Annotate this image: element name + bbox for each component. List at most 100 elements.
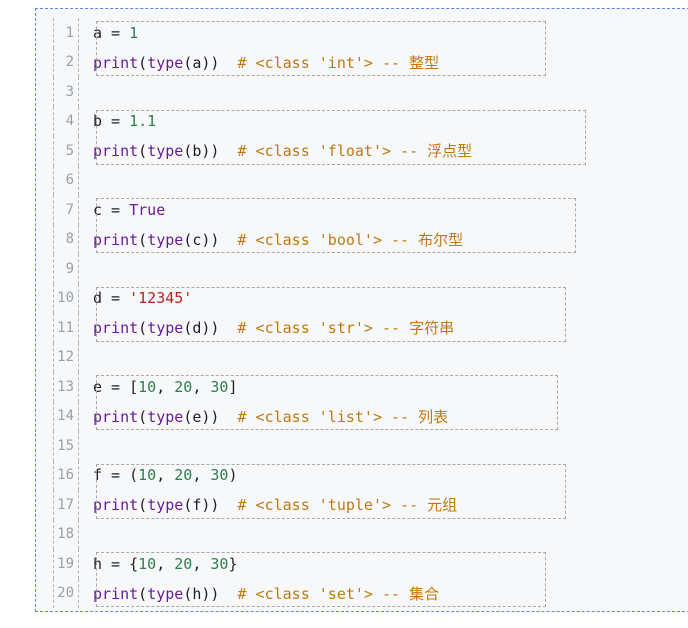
code-text: d = '12345' xyxy=(79,289,192,307)
code-token-cm: # <class 'str'> -- 字符串 xyxy=(237,319,455,338)
code-token-plain: , xyxy=(156,377,175,396)
code-token-plain: (h)) xyxy=(183,584,238,603)
line-number: 4 xyxy=(53,106,79,136)
code-token-kw: type xyxy=(147,584,184,603)
code-token-num: 30 xyxy=(210,466,229,485)
code-text: h = {10, 20, 30} xyxy=(79,555,238,573)
code-token-num: 10 xyxy=(138,377,157,396)
code-token-plain: (b)) xyxy=(183,142,238,161)
line-number: 20 xyxy=(53,578,79,608)
code-text: print(type(h)) # <class 'set'> -- 集合 xyxy=(79,583,439,604)
code-token-num: 1 xyxy=(129,23,139,42)
line-number: 10 xyxy=(53,283,79,313)
code-line[interactable]: 2 print(type(a)) # <class 'int'> -- 整型 xyxy=(53,47,472,77)
code-token-plain: ( xyxy=(138,230,148,249)
code-line[interactable]: 1a = 1 xyxy=(53,18,472,48)
line-number: 15 xyxy=(53,431,79,461)
code-line[interactable]: 17 print(type(f)) # <class 'tuple'> -- 元组 xyxy=(53,490,472,520)
code-token-kw: print xyxy=(93,319,139,338)
line-number: 16 xyxy=(53,460,79,490)
code-line[interactable]: 3 xyxy=(53,77,472,107)
code-editor[interactable]: 1a = 1 2 print(type(a)) # <class 'int'> --… xyxy=(53,18,586,608)
code-line[interactable]: 15 xyxy=(53,431,472,461)
code-line[interactable]: 5 print(type(b)) # <class 'float'> -- 浮点型 xyxy=(53,136,472,166)
code-line[interactable]: 4b = 1.1 xyxy=(53,106,472,136)
line-number: 2 xyxy=(53,47,79,77)
line-number: 7 xyxy=(53,195,79,225)
code-token-kw: print xyxy=(93,230,139,249)
code-token-cm: # <class 'float'> -- 浮点型 xyxy=(237,142,473,161)
code-token-num: 30 xyxy=(210,377,229,396)
code-token-plain: ( xyxy=(138,53,148,72)
code-text: print(type(d)) # <class 'str'> -- 字符串 xyxy=(79,317,454,338)
code-token-kw: type xyxy=(147,53,184,72)
code-line[interactable]: 11 print(type(d)) # <class 'str'> -- 字符串 xyxy=(53,313,472,343)
code-token-kw: type xyxy=(147,407,184,426)
code-token-plain: e = [ xyxy=(93,377,139,396)
code-text: print(type(b)) # <class 'float'> -- 浮点型 xyxy=(79,140,472,161)
code-token-plain: ( xyxy=(138,584,148,603)
code-token-plain: f = ( xyxy=(93,466,139,485)
code-text: print(type(a)) # <class 'int'> -- 整型 xyxy=(79,52,439,73)
code-text: b = 1.1 xyxy=(79,112,156,130)
code-line[interactable]: 12 xyxy=(53,342,472,372)
code-token-cm: # <class 'list'> -- 列表 xyxy=(237,407,449,426)
code-line[interactable]: 13 e = [10, 20, 30] xyxy=(53,372,472,402)
code-line[interactable]: 19 h = {10, 20, 30} xyxy=(53,549,472,579)
line-number: 12 xyxy=(53,342,79,372)
code-token-plain: } xyxy=(228,554,238,573)
code-text: print(type(e)) # <class 'list'> -- 列表 xyxy=(79,406,448,427)
code-line[interactable]: 8 print(type(c)) # <class 'bool'> -- 布尔型 xyxy=(53,224,472,254)
line-number: 14 xyxy=(53,401,79,431)
code-token-kw: print xyxy=(93,142,139,161)
code-token-kw: print xyxy=(93,584,139,603)
code-token-cm: # <class 'bool'> -- 布尔型 xyxy=(237,230,464,249)
code-token-cm: # <class 'tuple'> -- 元组 xyxy=(237,496,458,515)
code-text: f = (10, 20, 30) xyxy=(79,466,238,484)
code-line[interactable]: 18 xyxy=(53,519,472,549)
code-token-plain: b = xyxy=(93,112,130,131)
code-line[interactable]: 10 d = '12345' xyxy=(53,283,472,313)
line-number: 11 xyxy=(53,313,79,343)
line-number: 13 xyxy=(53,372,79,402)
code-text: a = 1 xyxy=(79,24,138,42)
code-token-plain: ( xyxy=(138,319,148,338)
line-number: 17 xyxy=(53,490,79,520)
code-line[interactable]: 20 print(type(h)) # <class 'set'> -- 集合 xyxy=(53,578,472,608)
code-token-plain: (f)) xyxy=(183,496,238,515)
code-line[interactable]: 16 f = (10, 20, 30) xyxy=(53,460,472,490)
code-token-plain: h = { xyxy=(93,554,139,573)
code-token-num: 1.1 xyxy=(129,112,157,131)
code-token-kw: type xyxy=(147,230,184,249)
line-number: 18 xyxy=(53,519,79,549)
code-line[interactable]: 14 print(type(e)) # <class 'list'> -- 列表 xyxy=(53,401,472,431)
code-token-kw: print xyxy=(93,53,139,72)
code-token-num: 30 xyxy=(210,554,229,573)
code-token-num: 20 xyxy=(174,466,193,485)
line-number: 6 xyxy=(53,165,79,195)
code-token-kw: type xyxy=(147,319,184,338)
code-line[interactable]: 9 xyxy=(53,254,472,284)
code-text: e = [10, 20, 30] xyxy=(79,378,238,396)
code-token-kw: type xyxy=(147,496,184,515)
code-token-kw: type xyxy=(147,142,184,161)
line-number: 5 xyxy=(53,136,79,166)
code-text: print(type(f)) # <class 'tuple'> -- 元组 xyxy=(79,494,457,515)
code-token-cm: # <class 'int'> -- 整型 xyxy=(237,53,440,72)
code-token-kw: True xyxy=(129,200,166,219)
code-token-plain: ] xyxy=(228,377,238,396)
code-token-plain: ( xyxy=(138,407,148,426)
code-token-plain: , xyxy=(192,466,211,485)
code-token-plain: a = xyxy=(93,23,130,42)
code-token-plain: c = xyxy=(93,200,130,219)
line-number: 9 xyxy=(53,254,79,284)
code-token-plain: , xyxy=(156,466,175,485)
code-token-kw: print xyxy=(93,407,139,426)
code-token-plain: (e)) xyxy=(183,407,238,426)
code-line[interactable]: 6 xyxy=(53,165,472,195)
code-text: c = True xyxy=(79,201,165,219)
code-token-plain: , xyxy=(192,554,211,573)
line-number: 3 xyxy=(53,77,79,107)
code-line[interactable]: 7c = True xyxy=(53,195,472,225)
code-token-plain: ( xyxy=(138,142,148,161)
